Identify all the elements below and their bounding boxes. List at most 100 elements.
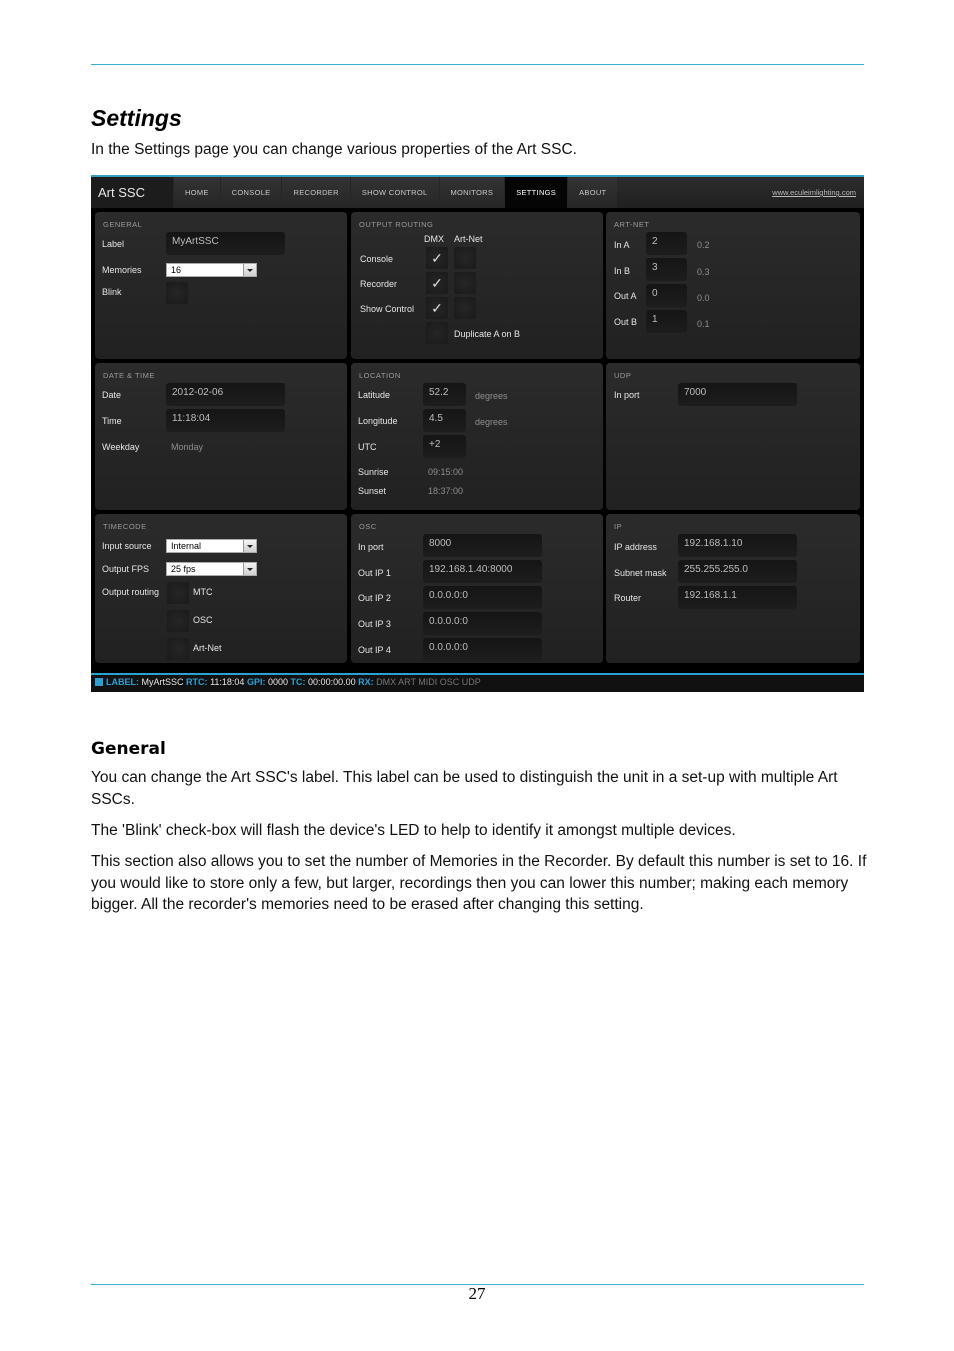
brand-logo: Art SSC [91, 177, 173, 208]
intro-text: In the Settings page you can change vari… [91, 141, 577, 158]
date-input[interactable]: 2012-02-06 [166, 383, 285, 406]
in-b-hint: 0.3 [697, 267, 710, 277]
out-ip-4-input[interactable]: 0.0.0.0:0 [423, 638, 542, 661]
subnet-mask-label: Subnet mask [614, 568, 667, 578]
chevron-down-icon[interactable] [243, 264, 256, 276]
out-a-label: Out A [614, 291, 637, 301]
panel-osc: OSC In port 8000 Out IP 1 192.168.1.40:8… [351, 514, 603, 663]
nav-monitors[interactable]: MONITORS [438, 177, 505, 208]
nav-home[interactable]: HOME [173, 177, 220, 208]
latitude-label: Latitude [358, 390, 391, 400]
latitude-input[interactable]: 52.2 [423, 383, 466, 406]
paragraph: This section also allows you to set the … [91, 853, 867, 913]
panel-artnet: ART-NET In A 2 0.2 In B 3 0.3 Out A 0 0.… [606, 212, 860, 359]
artnet-checkbox[interactable] [167, 638, 189, 660]
out-ip-1-label: Out IP 1 [358, 568, 391, 578]
blink-checkbox[interactable] [166, 282, 188, 304]
status-label-value: MyArtSSC [141, 677, 184, 687]
status-bar: LABEL: MyArtSSC RTC: 11:18:04 GPI: 0000 … [91, 673, 864, 692]
website-link[interactable]: www.eculeimlighting.com [772, 177, 864, 208]
status-gpi-value: 0000 [267, 677, 289, 687]
out-ip-3-input[interactable]: 0.0.0.0:0 [423, 612, 542, 635]
out-ip-4-label: Out IP 4 [358, 645, 391, 655]
longitude-unit: degrees [475, 417, 508, 427]
blink-label: Blink [102, 287, 122, 297]
status-rtc-key: RTC: [186, 677, 208, 687]
recorder-artnet-checkbox[interactable] [454, 272, 476, 294]
artnet-label: Art-Net [193, 643, 222, 653]
date-label: Date [102, 390, 122, 400]
input-source-select[interactable]: Internal [166, 539, 257, 553]
sunrise-value: 09:15:00 [428, 467, 464, 477]
memories-select[interactable]: 16 [166, 263, 257, 277]
out-ip-2-input[interactable]: 0.0.0.0:0 [423, 586, 542, 609]
out-b-input[interactable]: 1 [646, 310, 687, 333]
panel-title: OUTPUT ROUTING [359, 220, 434, 229]
time-input[interactable]: 11:18:04 [166, 409, 285, 432]
nav-show-control[interactable]: SHOW CONTROL [349, 177, 439, 208]
duplicate-checkbox[interactable] [426, 322, 448, 344]
panel-title: ART-NET [614, 220, 650, 229]
osc-checkbox[interactable] [167, 610, 189, 632]
panel-timecode: TIMECODE Input source Internal Output FP… [95, 514, 347, 663]
in-b-input[interactable]: 3 [646, 258, 687, 281]
memories-label: Memories [102, 265, 142, 275]
input-source-label: Input source [102, 541, 152, 551]
longitude-label: Longitude [358, 416, 398, 426]
weekday-label: Weekday [102, 442, 140, 452]
show-control-dmx-checkbox[interactable]: ✓ [426, 297, 448, 319]
app-screenshot: Art SSC HOME CONSOLE RECORDER SHOW CONTR… [91, 175, 864, 692]
chevron-down-icon[interactable] [243, 563, 256, 575]
status-rx-value: DMX ART MIDI OSC UDP [376, 677, 481, 687]
show-control-artnet-checkbox[interactable] [454, 297, 476, 319]
output-fps-select[interactable]: 25 fps [166, 562, 257, 576]
status-indicator-icon [95, 678, 103, 686]
panel-udp: UDP In port 7000 [606, 363, 860, 510]
console-label: Console [360, 254, 394, 264]
mtc-label: MTC [193, 587, 213, 597]
checkmark-icon: ✓ [431, 250, 443, 266]
nav-about[interactable]: ABOUT [567, 177, 618, 208]
status-gpi-key: GPI: [246, 677, 266, 687]
recorder-dmx-checkbox[interactable]: ✓ [426, 272, 448, 294]
label-label: Label [102, 239, 125, 249]
panel-title: TIMECODE [103, 522, 147, 531]
panel-title: IP [614, 522, 623, 531]
panel-ip: IP IP address 192.168.1.10 Subnet mask 2… [606, 514, 860, 663]
osc-inport-input[interactable]: 8000 [423, 534, 542, 557]
panel-output-routing: OUTPUT ROUTING DMX Art-Net Console ✓ Rec… [351, 212, 603, 359]
subnet-mask-input[interactable]: 255.255.255.0 [678, 560, 797, 583]
mtc-checkbox[interactable] [167, 582, 189, 604]
nav-recorder[interactable]: RECORDER [281, 177, 350, 208]
osc-label: OSC [193, 615, 213, 625]
utc-input[interactable]: +2 [423, 435, 466, 458]
console-dmx-checkbox[interactable]: ✓ [426, 247, 448, 269]
in-b-label: In B [614, 266, 631, 276]
out-a-hint: 0.0 [697, 293, 710, 303]
page-title: Settings [91, 105, 182, 131]
out-ip-3-label: Out IP 3 [358, 619, 391, 629]
nav-settings[interactable]: SETTINGS [504, 177, 568, 208]
col-artnet: Art-Net [454, 234, 483, 244]
udp-inport-input[interactable]: 7000 [678, 383, 797, 406]
longitude-input[interactable]: 4.5 [423, 409, 466, 432]
out-ip-1-input[interactable]: 192.168.1.40:8000 [423, 560, 542, 583]
panel-title: DATE & TIME [103, 371, 155, 380]
in-a-input[interactable]: 2 [646, 232, 687, 255]
latitude-unit: degrees [475, 391, 508, 401]
router-input[interactable]: 192.168.1.1 [678, 586, 797, 609]
show-control-label: Show Control [360, 304, 415, 314]
router-label: Router [614, 593, 642, 603]
weekday-value: Monday [171, 442, 204, 452]
chevron-down-icon[interactable] [243, 540, 256, 552]
in-a-hint: 0.2 [697, 240, 710, 250]
nav-console[interactable]: CONSOLE [219, 177, 282, 208]
udp-inport-label: In port [614, 390, 640, 400]
label-input[interactable]: MyArtSSC [166, 232, 285, 255]
out-a-input[interactable]: 0 [646, 284, 687, 307]
sunrise-label: Sunrise [358, 467, 389, 477]
status-tc-key: TC: [290, 677, 306, 687]
ip-address-input[interactable]: 192.168.1.10 [678, 534, 797, 557]
console-artnet-checkbox[interactable] [454, 247, 476, 269]
out-b-label: Out B [614, 317, 638, 327]
